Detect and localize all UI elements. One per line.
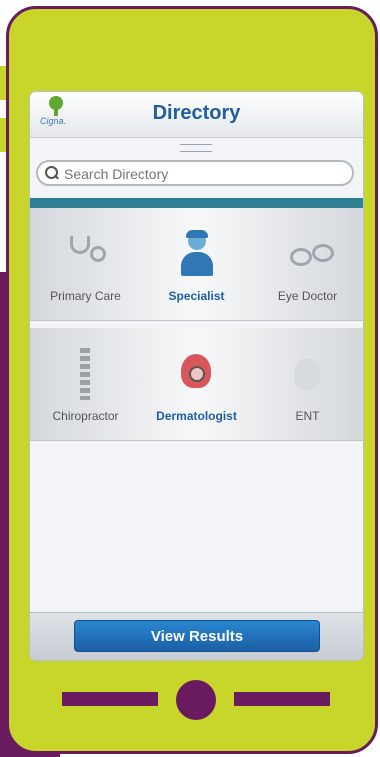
category-label: Dermatologist [156, 409, 237, 423]
category-label: Chiropractor [52, 409, 119, 423]
category-row: Chiropractor Dermatologist ENT [30, 328, 363, 441]
category-chiropractor[interactable]: Chiropractor [30, 328, 141, 440]
view-results-button[interactable]: View Results [74, 620, 320, 652]
spine-icon [80, 348, 90, 400]
category-ent[interactable]: ENT [252, 328, 363, 440]
phone-control-left [62, 692, 158, 706]
category-label: Primary Care [50, 289, 121, 303]
category-row: Primary Care Specialist Eye Doctor [30, 208, 363, 321]
category-specialist[interactable]: Specialist [141, 208, 252, 320]
ear-nose-throat-icon [294, 358, 320, 390]
category-label: Specialist [168, 289, 225, 303]
phone-control-right [234, 692, 330, 706]
category-eye-doctor[interactable]: Eye Doctor [252, 208, 363, 320]
page-title: Directory [152, 102, 241, 124]
category-label: Eye Doctor [277, 289, 338, 303]
search-icon-handle [54, 174, 59, 180]
search-input[interactable] [62, 163, 346, 185]
divider-bar [30, 198, 363, 208]
category-primary-care[interactable]: Primary Care [30, 208, 141, 320]
app-header: Cigna. Directory [30, 92, 363, 138]
app-screen: Cigna. Directory Primary Care Specialist… [30, 92, 363, 660]
drag-handle[interactable] [180, 144, 212, 152]
category-dermatologist[interactable]: Dermatologist [141, 328, 252, 440]
category-label: ENT [295, 409, 320, 423]
home-button [176, 680, 216, 720]
search-field[interactable] [36, 160, 354, 186]
